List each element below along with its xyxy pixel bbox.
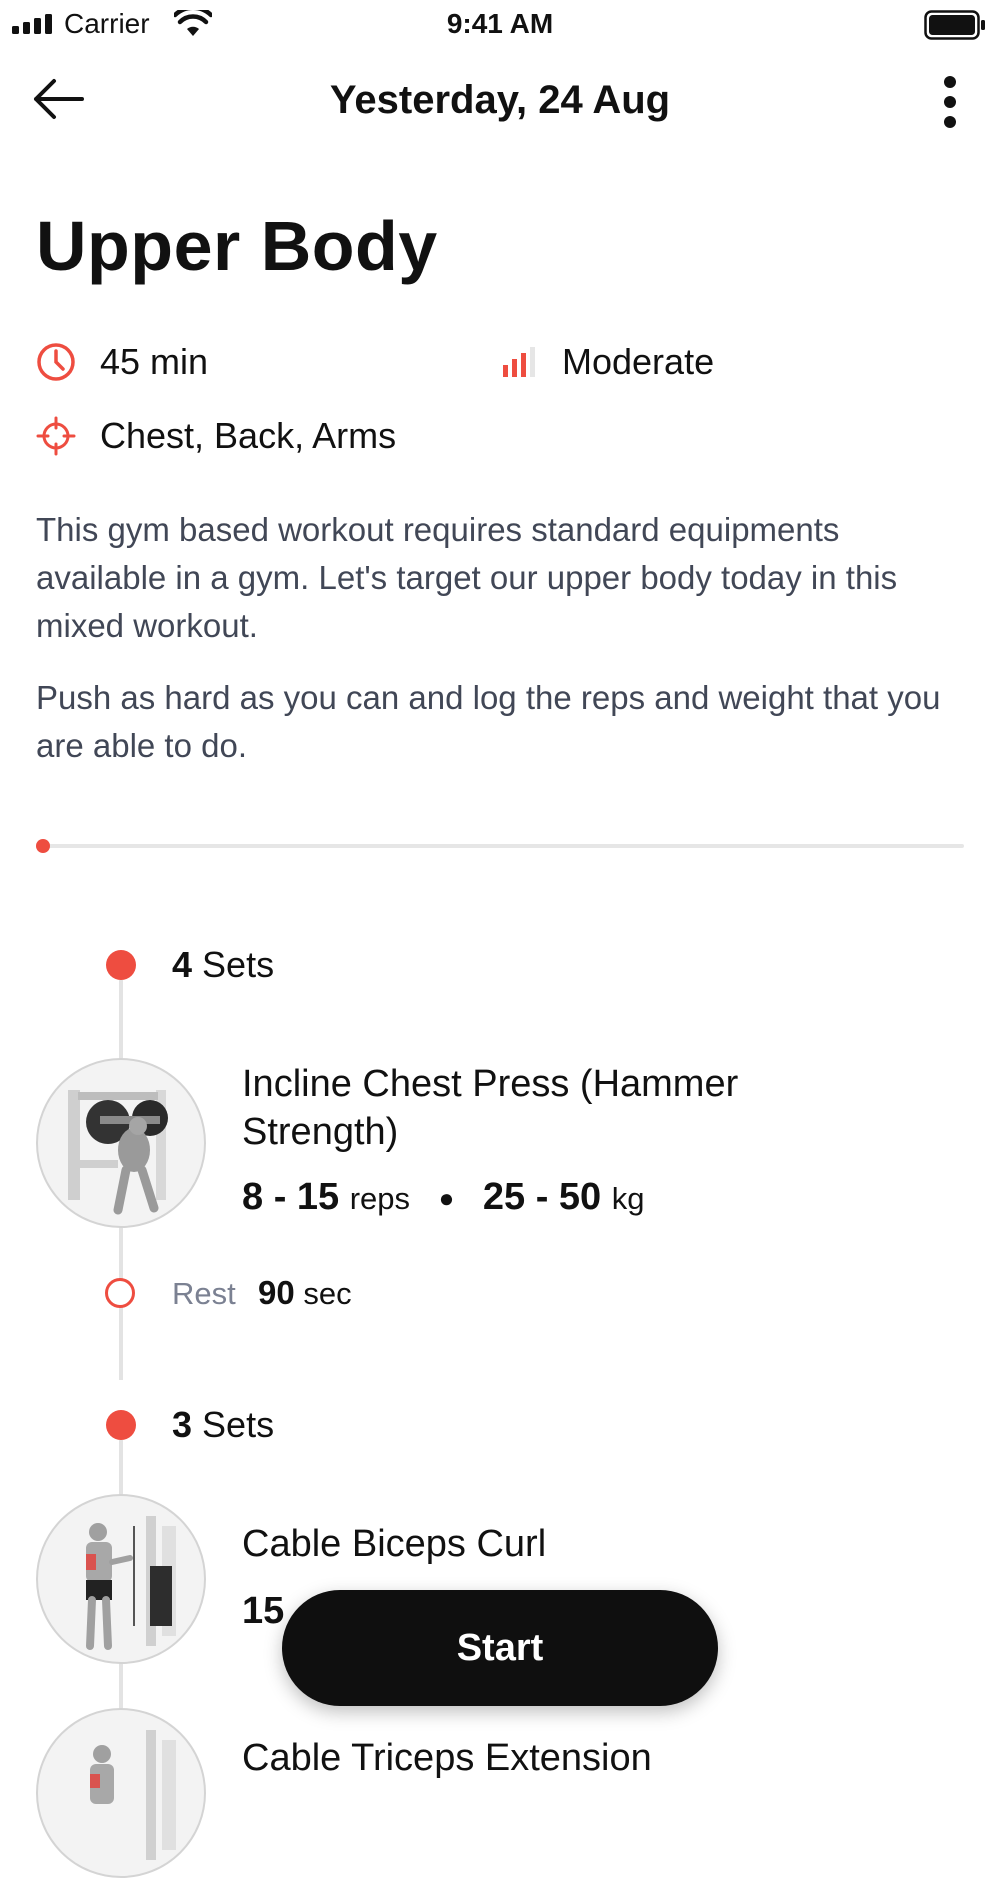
workout-level: Moderate	[496, 340, 714, 384]
sets-word: Sets	[202, 1404, 275, 1445]
exercise-thumbnail[interactable]	[36, 1494, 206, 1664]
signal-bars-icon	[496, 340, 540, 384]
workout-progress-bar	[40, 844, 964, 848]
sets-word: Sets	[202, 944, 275, 985]
workout-description: This gym based workout requires standard…	[36, 511, 898, 644]
workout-duration: 45 min	[34, 340, 208, 384]
sets-label: 3 Sets	[172, 1404, 274, 1446]
exercise-stats: 15	[242, 1590, 284, 1633]
duration-value: 45 min	[100, 341, 209, 382]
reps-value: 8 - 15	[242, 1176, 340, 1218]
workout-progress-indicator	[36, 839, 50, 853]
exercise-thumbnail[interactable]	[36, 1058, 206, 1228]
sets-count: 3	[172, 1404, 193, 1445]
reps-value: 15	[242, 1590, 285, 1632]
triceps-extension-illustration	[90, 1730, 176, 1860]
more-options-button[interactable]	[930, 74, 970, 130]
rest-marker	[105, 1278, 135, 1308]
separator-dot: ●	[438, 1183, 455, 1214]
set-marker	[106, 950, 136, 980]
exercise-thumbnail[interactable]	[36, 1708, 206, 1878]
biceps-curl-illustration	[86, 1516, 176, 1650]
workout-instructions: Push as hard as you can and log the reps…	[36, 679, 941, 764]
more-vertical-icon	[944, 76, 956, 128]
sets-label: 4 Sets	[172, 944, 274, 986]
muscles-value: Chest, Back, Arms	[100, 415, 397, 456]
workout-muscles: Chest, Back, Arms	[34, 414, 396, 458]
exercise-stats: 8 - 15 reps ● 25 - 50 kg	[242, 1176, 645, 1219]
clock-icon	[34, 340, 78, 384]
target-icon	[34, 414, 78, 458]
exercise-name[interactable]: Incline Chest Press (Hammer Strength)	[242, 1060, 802, 1156]
weight-value: 25 - 50	[482, 1176, 602, 1218]
nav-title: Yesterday, 24 Aug	[329, 78, 671, 122]
set-marker	[106, 1410, 136, 1440]
sets-count: 4	[172, 944, 193, 985]
rest-value: 90	[258, 1274, 295, 1311]
battery-icon	[924, 10, 985, 40]
exercise-name[interactable]: Cable Biceps Curl	[242, 1520, 802, 1568]
reps-unit: reps	[349, 1181, 411, 1216]
status-time: 9:41 AM	[446, 8, 554, 39]
rest-label: Rest	[172, 1276, 236, 1311]
chest-press-illustration	[68, 1090, 168, 1215]
rest-unit: sec	[303, 1276, 352, 1311]
exercise-name[interactable]: Cable Triceps Extension	[242, 1734, 802, 1782]
workout-title: Upper Body	[36, 207, 438, 285]
level-value: Moderate	[562, 341, 715, 382]
nav-bar: Yesterday, 24 Aug	[0, 60, 1000, 146]
weight-unit: kg	[611, 1181, 645, 1216]
rest-duration: 90 sec	[258, 1274, 352, 1312]
status-bar: Carrier 9:41 AM	[0, 0, 1000, 50]
start-workout-button[interactable]: Start	[282, 1590, 718, 1706]
